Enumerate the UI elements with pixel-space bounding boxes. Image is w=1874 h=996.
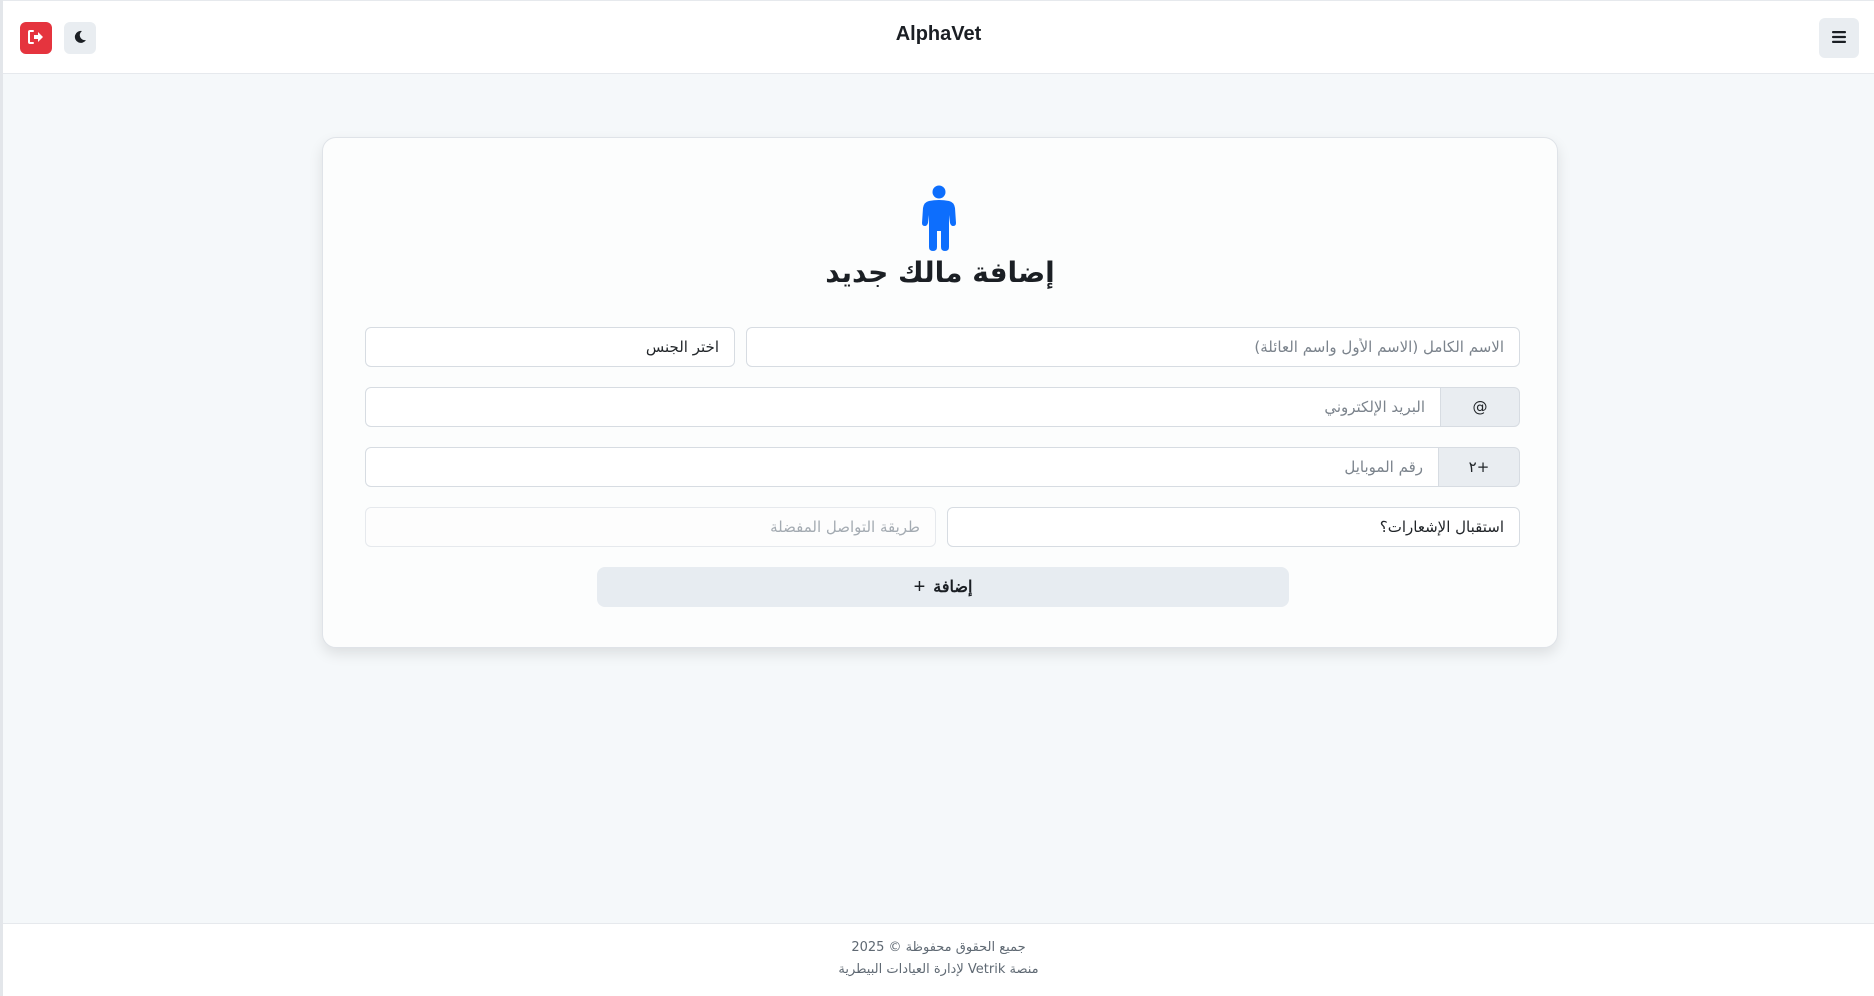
- page-title: إضافة مالك جديد: [825, 256, 1055, 289]
- menu-button[interactable]: [1819, 18, 1859, 58]
- notifications-select[interactable]: استقبال الإشعارات؟: [947, 507, 1520, 547]
- brand-title: AlphaVet: [895, 23, 982, 45]
- footer-tagline: منصة Vetrik لإدارة العيادات البيطرية: [838, 962, 1039, 977]
- email-input[interactable]: [365, 387, 1441, 427]
- phone-input[interactable]: [365, 447, 1439, 487]
- plus-icon: +: [913, 576, 926, 598]
- add-owner-card: إضافة مالك جديد اختر الجنس @ ٢+ استقبال …: [322, 137, 1558, 648]
- copyright-text: جميع الحقوق محفوظة © 2025: [851, 940, 1026, 955]
- contact-method-input[interactable]: [365, 507, 936, 547]
- phone-prefix: ٢+: [1438, 447, 1520, 487]
- submit-label: إضافة: [933, 579, 973, 596]
- full-name-input[interactable]: [746, 327, 1520, 367]
- gender-select-label: اختر الجنس: [645, 338, 719, 356]
- footer: جميع الحقوق محفوظة © 2025 منصة Vetrik لإ…: [3, 923, 1874, 996]
- hamburger-menu-icon: [1832, 30, 1846, 46]
- top-navbar: AlphaVet: [3, 0, 1874, 74]
- gender-select[interactable]: اختر الجنس: [365, 327, 735, 367]
- person-icon: [919, 185, 959, 251]
- add-owner-button[interactable]: إضافة +: [597, 567, 1289, 607]
- notifications-select-label: استقبال الإشعارات؟: [1379, 518, 1504, 536]
- email-prefix: @: [1440, 387, 1520, 427]
